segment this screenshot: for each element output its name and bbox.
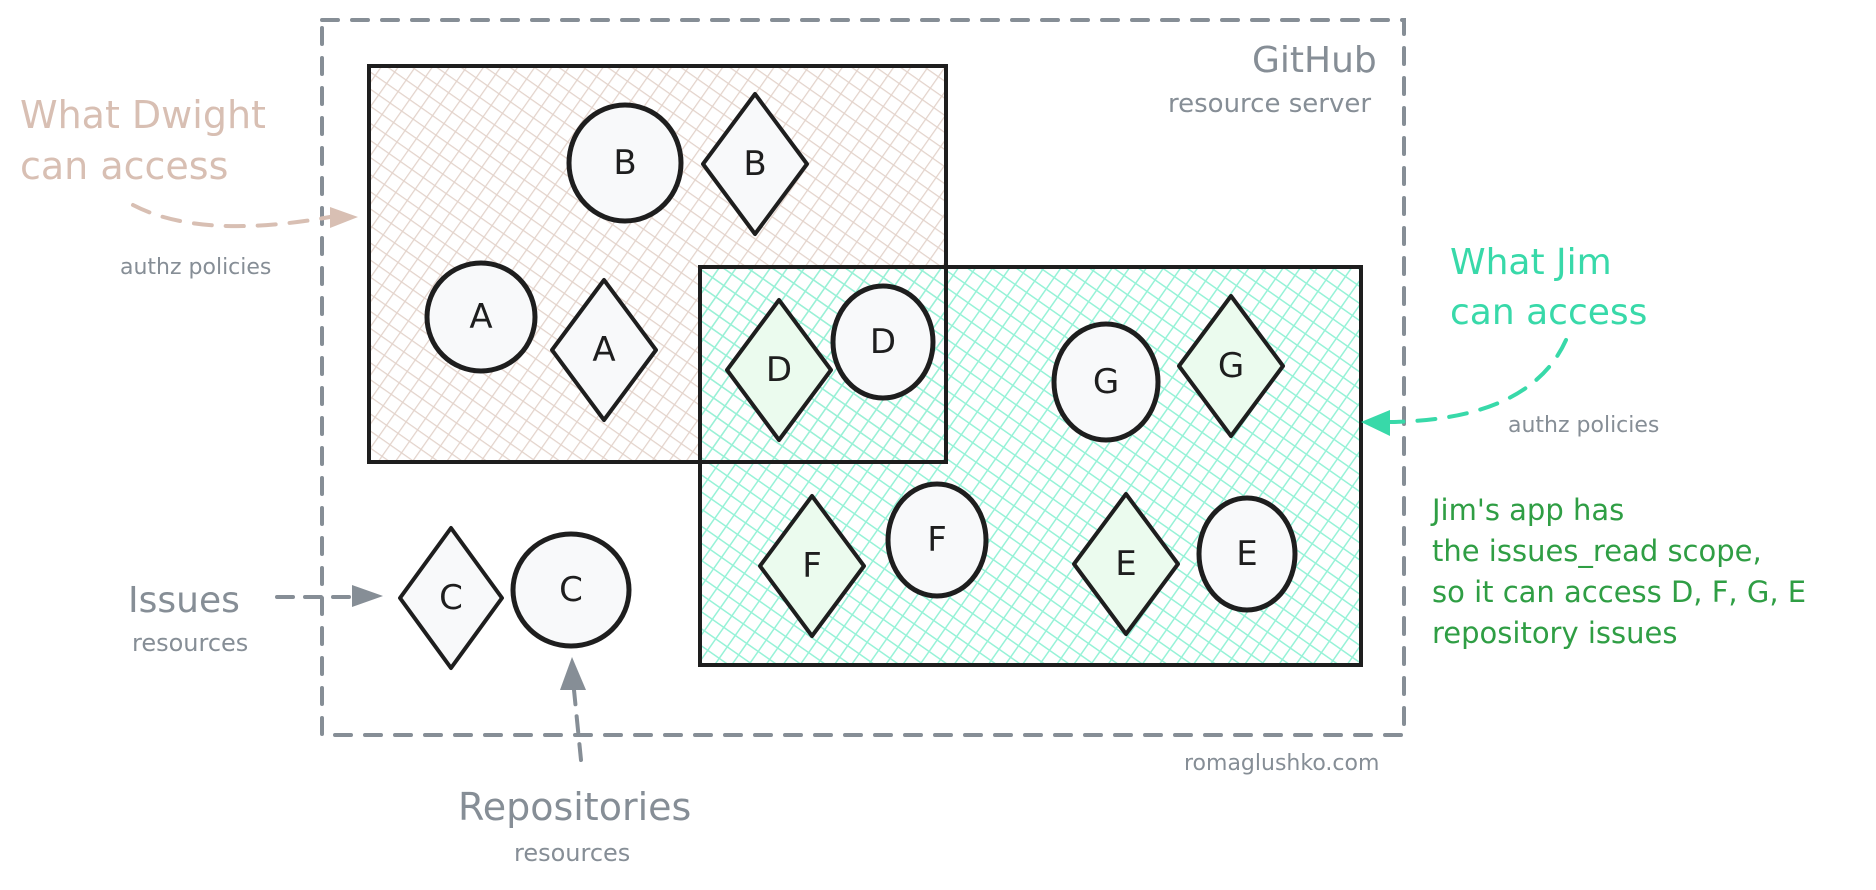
- repository-b-label: B: [613, 143, 636, 183]
- issue-g-label: G: [1218, 346, 1244, 386]
- diagram-canvas: B B A A D D G G F F E E C C: [131, 18, 1568, 762]
- server-subtitle: resource server: [1168, 89, 1372, 119]
- issues-arrowhead-icon: [352, 585, 383, 607]
- jim-arrowhead-icon: [1361, 410, 1390, 436]
- watermark: romaglushko.com: [1184, 751, 1380, 776]
- jim-policy-label: authz policies: [1508, 413, 1660, 438]
- dwight-label-line1: What Dwight: [20, 93, 266, 137]
- server-title: GitHub: [1252, 40, 1377, 81]
- repositories-arrow: [572, 688, 583, 762]
- issue-d-label: D: [766, 350, 792, 390]
- repositories-title: Repositories: [458, 785, 692, 829]
- note-line-2: the issues_read scope,: [1432, 534, 1762, 568]
- repositories-arrowhead-icon: [560, 657, 586, 690]
- repository-f-label: F: [927, 520, 947, 560]
- repository-g-label: G: [1093, 362, 1119, 402]
- repository-e-label: E: [1236, 534, 1257, 574]
- issue-b-label: B: [743, 144, 766, 184]
- note-line-4: repository issues: [1432, 616, 1678, 650]
- issues-subtitle: resources: [132, 629, 249, 657]
- note-line-3: so it can access D, F, G, E: [1432, 575, 1807, 609]
- repositories-subtitle: resources: [514, 839, 631, 867]
- dwight-policy-label: authz policies: [120, 255, 272, 280]
- dwight-arrowhead-icon: [330, 207, 358, 228]
- issue-e-label: E: [1115, 544, 1136, 584]
- repository-d-label: D: [870, 322, 896, 362]
- issue-f-label: F: [802, 546, 822, 586]
- dwight-label-line2: can access: [20, 144, 229, 188]
- jim-label-line2: can access: [1450, 292, 1648, 333]
- dwight-policy-arrow: [131, 203, 332, 229]
- issues-title: Issues: [128, 580, 240, 621]
- note-line-1: Jim's app has: [1432, 493, 1625, 527]
- issue-a-label: A: [592, 330, 615, 370]
- jim-label-line1: What Jim: [1450, 242, 1612, 283]
- issue-c-label: C: [439, 578, 463, 618]
- repository-c-label: C: [559, 570, 583, 610]
- repository-a-label: A: [469, 297, 492, 337]
- jim-policy-arrow: [1388, 338, 1568, 424]
